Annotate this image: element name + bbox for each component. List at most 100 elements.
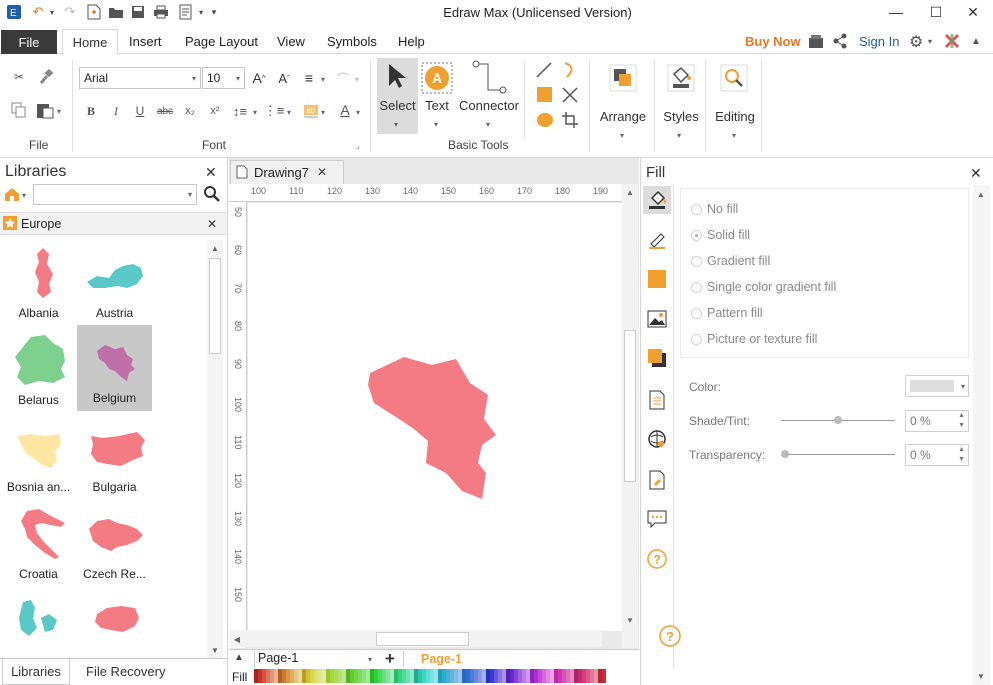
styles-icon[interactable] [667, 64, 695, 95]
tab-help[interactable]: Help [398, 34, 425, 49]
help-tab-icon[interactable]: ? [645, 547, 669, 571]
fill-option-pattern-fill[interactable]: Pattern fill [691, 306, 763, 320]
transparency-slider-handle[interactable] [781, 450, 789, 458]
shrink-font-icon[interactable]: Aˇ [275, 69, 293, 87]
close-window-icon[interactable]: ✕ [953, 0, 993, 24]
format-painter-icon[interactable] [37, 68, 55, 86]
library-item-belarus[interactable]: Belarus [1, 327, 76, 413]
bullets-dropdown-icon[interactable]: ▾ [287, 108, 291, 117]
color-picker[interactable]: ▾ [905, 375, 969, 397]
addons-icon[interactable] [944, 33, 960, 52]
home-dropdown-icon[interactable]: ▾ [22, 191, 26, 200]
add-page-icon[interactable]: + [385, 649, 395, 669]
library-item-croatia[interactable]: Croatia [1, 501, 76, 587]
editing-button[interactable]: Editing [712, 109, 758, 124]
arrange-dropdown-icon[interactable]: ▾ [620, 131, 624, 140]
shade-spinner[interactable]: 0 % ▲ ▼ [905, 410, 969, 432]
page-select[interactable]: Page-1 ▾ [254, 651, 374, 668]
paste-dropdown-icon[interactable]: ▾ [57, 107, 61, 116]
shape-fill-tab-icon[interactable] [645, 267, 669, 291]
fill-option-gradient-fill[interactable]: Gradient fill [691, 254, 770, 268]
gift-icon[interactable] [808, 33, 824, 52]
cross-shape-icon[interactable] [561, 86, 579, 107]
canvas-vscroll-thumb[interactable] [624, 330, 636, 482]
library-item-denmark[interactable] [1, 588, 76, 638]
hyperlink-tab-icon[interactable] [645, 427, 669, 451]
page-list-expand-icon[interactable]: ▲ [234, 652, 244, 663]
text-direction-dropdown-icon[interactable]: ▾ [355, 75, 359, 84]
close-libraries-icon[interactable]: ✕ [205, 164, 217, 181]
connector-tool-label[interactable]: Connector [458, 98, 520, 113]
library-item-austria[interactable]: Austria [77, 240, 152, 326]
close-category-icon[interactable]: ✕ [207, 217, 217, 231]
library-search-input[interactable]: ▾ [33, 184, 197, 205]
select-dropdown-icon[interactable]: ▾ [394, 120, 398, 129]
fill-scroll-up-icon[interactable]: ▲ [973, 186, 989, 202]
copy-icon[interactable] [10, 101, 28, 119]
sign-in-link[interactable]: Sign In [859, 34, 899, 49]
subscript-icon[interactable]: x₂ [181, 102, 199, 120]
fill-option-solid-fill[interactable]: Solid fill [691, 228, 750, 242]
font-name-select[interactable]: Arial ▾ [79, 67, 201, 89]
tab-page-layout[interactable]: Page Layout [185, 34, 258, 49]
underline-icon[interactable]: U [131, 102, 149, 120]
highlight-dropdown-icon[interactable]: ▾ [321, 108, 325, 117]
font-dialog-launcher-icon[interactable]: ⌟ [356, 141, 360, 150]
font-color-icon[interactable]: A [336, 101, 354, 119]
search-icon[interactable] [204, 186, 220, 205]
minimize-icon[interactable]: — [876, 0, 916, 24]
shade-slider-handle[interactable] [834, 416, 842, 424]
connector-tool-icon[interactable] [472, 60, 508, 99]
library-item-bulgaria[interactable]: Bulgaria [77, 414, 152, 500]
align-dropdown-icon[interactable]: ▾ [321, 75, 325, 84]
bold-icon[interactable]: B [82, 102, 100, 120]
italic-icon[interactable]: I [107, 102, 125, 120]
tab-home[interactable]: Home [62, 29, 118, 55]
color-palette[interactable] [254, 669, 606, 683]
library-item-albania[interactable]: Albania [1, 240, 76, 326]
tab-file-recovery[interactable]: File Recovery [86, 664, 165, 679]
fill-option-no-fill[interactable]: No fill [691, 202, 738, 216]
paste-icon[interactable] [36, 101, 54, 119]
library-item-bosnia[interactable]: Bosnia an... [1, 414, 76, 500]
note-tab-icon[interactable] [645, 468, 669, 492]
styles-dropdown-icon[interactable]: ▾ [677, 131, 681, 140]
help-icon[interactable]: ? [658, 624, 682, 651]
canvas-hscroll-thumb[interactable] [376, 632, 469, 646]
belgium-map-shape[interactable] [366, 355, 522, 506]
fill-scroll-down-icon[interactable]: ▼ [973, 668, 989, 684]
fill-option-picture-fill[interactable]: Picture or texture fill [691, 332, 817, 346]
canvas-scroll-up-icon[interactable]: ▲ [622, 184, 638, 200]
fill-option-single-color-gradient[interactable]: Single color gradient fill [691, 280, 836, 294]
settings-icon[interactable]: ⚙ [909, 32, 923, 52]
editing-search-icon[interactable] [720, 64, 748, 95]
arrange-icon[interactable] [609, 64, 637, 95]
library-item-belgium-selected[interactable]: Belgium [77, 325, 152, 411]
tab-view[interactable]: View [277, 34, 305, 49]
fill-tab-icon[interactable] [643, 186, 671, 214]
tab-symbols[interactable]: Symbols [327, 34, 377, 49]
crop-icon[interactable] [561, 111, 579, 132]
connector-dropdown-icon[interactable]: ▾ [486, 120, 490, 129]
highlight-icon[interactable]: ab [302, 102, 320, 120]
maximize-icon[interactable]: ☐ [916, 0, 956, 24]
library-item-estonia[interactable] [77, 588, 152, 638]
tab-insert[interactable]: Insert [129, 34, 162, 49]
shadow-tab-icon[interactable] [645, 346, 669, 370]
collapse-ribbon-icon[interactable]: ▲ [971, 36, 981, 47]
bullets-icon[interactable]: ⋮≡ [264, 102, 285, 120]
arc-shape-icon[interactable] [561, 61, 579, 82]
text-direction-icon[interactable]: ⌒ [334, 69, 352, 87]
canvas-scroll-down-icon[interactable]: ▼ [622, 612, 638, 628]
close-document-icon[interactable]: ✕ [317, 165, 327, 179]
align-icon[interactable]: ≡ [300, 69, 318, 87]
library-item-czech[interactable]: Czech Re... [77, 501, 152, 587]
cut-icon[interactable]: ✂ [10, 68, 28, 86]
comment-tab-icon[interactable] [645, 507, 669, 531]
file-menu-button[interactable]: File [1, 30, 57, 54]
image-tab-icon[interactable] [645, 307, 669, 331]
line-spacing-icon[interactable]: ↕≡ [231, 102, 249, 120]
page-tab-active[interactable]: Page-1 [421, 652, 462, 666]
text-dropdown-icon[interactable]: ▾ [434, 120, 438, 129]
line-style-tab-icon[interactable] [645, 228, 669, 252]
